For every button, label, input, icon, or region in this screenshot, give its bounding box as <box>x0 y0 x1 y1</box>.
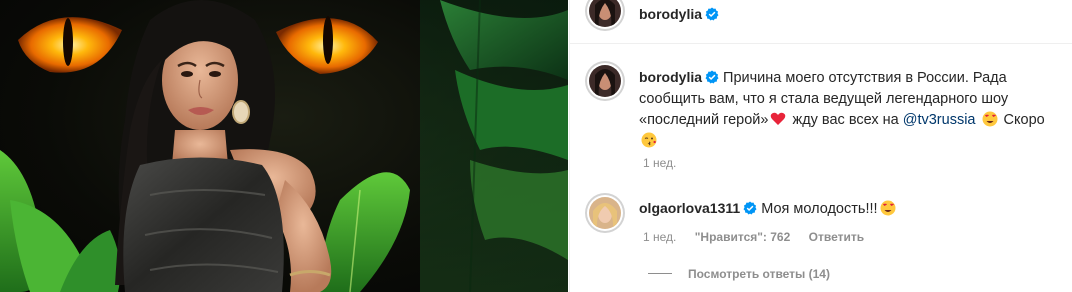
comment-likes[interactable]: "Нравится": 762 <box>695 230 791 244</box>
red-heart-icon <box>771 112 786 125</box>
comment-text: Моя молодость!!! <box>761 201 878 217</box>
mention-link[interactable]: @tv3russia <box>903 112 976 128</box>
verified-icon <box>705 7 719 21</box>
comment-time[interactable]: 1 нед. <box>643 230 676 244</box>
comment-username[interactable]: olgaorlova1311 <box>639 200 740 216</box>
avatar-image <box>589 0 621 27</box>
header-username-row: borodylia <box>639 6 719 22</box>
caption-username[interactable]: borodylia <box>639 69 702 85</box>
view-replies-label: Посмотреть ответы (14) <box>688 267 830 281</box>
author-avatar[interactable] <box>589 0 621 27</box>
caption-time[interactable]: 1 нед. <box>643 156 676 170</box>
post-caption: borodylia Причина моего отсутствия в Рос… <box>639 67 1069 152</box>
avatar-image <box>589 65 621 97</box>
avatar-image <box>589 197 621 229</box>
comment-body: olgaorlova1311 Моя молодость!!! <box>639 200 898 217</box>
heart-eyes-emoji-icon <box>880 200 896 216</box>
post-image-illustration <box>0 0 568 292</box>
reply-button[interactable]: Ответить <box>809 230 864 244</box>
right-cat-eye <box>276 16 378 74</box>
caption-text-3: Скоро <box>999 112 1045 128</box>
caption-text-2: жду вас всех на <box>788 112 903 128</box>
comment-meta: 1 нед. "Нравится": 762 Ответить <box>643 230 879 244</box>
replies-divider <box>648 273 672 274</box>
comments-panel: borodylia borodylia Причина моего отсутс… <box>569 0 1072 292</box>
post-photo[interactable] <box>0 0 568 292</box>
view-replies-button[interactable]: Посмотреть ответы (14) <box>648 267 830 281</box>
header-username[interactable]: borodylia <box>639 6 702 22</box>
caption-avatar[interactable] <box>589 65 621 97</box>
kissing-emoji-icon <box>641 132 657 148</box>
comment-avatar[interactable] <box>589 197 621 229</box>
left-cat-eye <box>18 17 122 73</box>
verified-icon <box>705 70 719 84</box>
heart-eyes-emoji-icon <box>982 111 998 127</box>
post-header: borodylia <box>570 0 1072 44</box>
verified-icon <box>743 201 757 215</box>
